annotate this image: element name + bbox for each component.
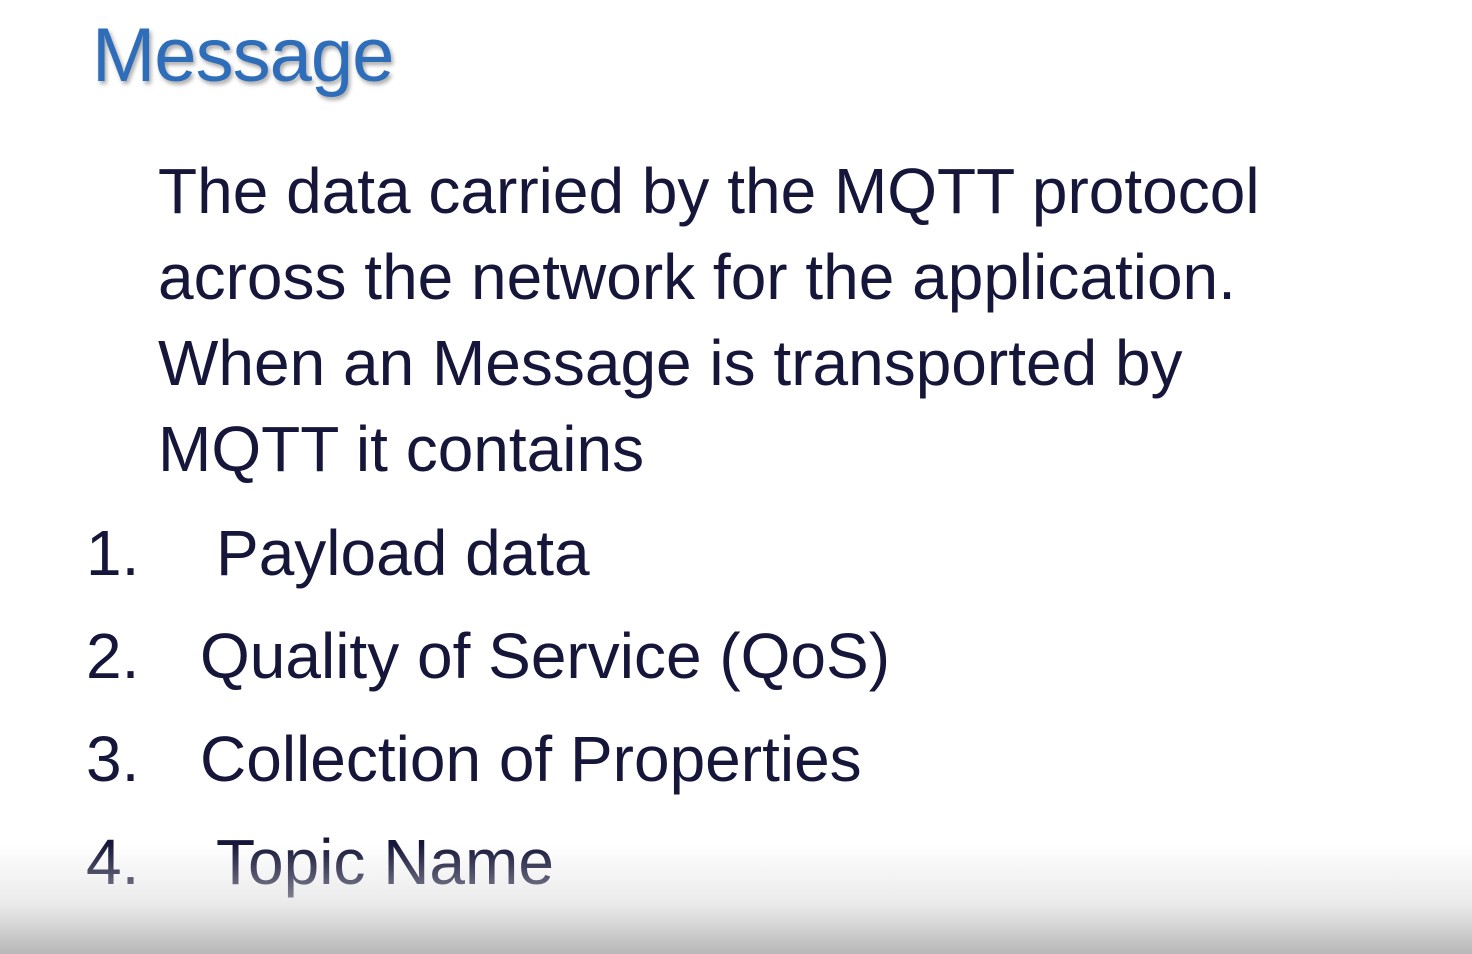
list-item-label: Payload data [216, 517, 590, 589]
list-item-number: 2. [86, 620, 140, 692]
slide-body-text: The data carried by the MQTT protocol ac… [158, 148, 1448, 492]
list-item-number: 3. [86, 723, 140, 795]
list-item: 1. Payload data [86, 502, 890, 605]
list-item-number: 1. [86, 517, 140, 589]
body-line: When an Message is transported by [158, 327, 1183, 399]
slide: Message The data carried by the MQTT pro… [0, 0, 1472, 954]
list-item-label: Quality of Service (QoS) [200, 620, 890, 692]
body-line: The data carried by the MQTT protocol [158, 155, 1260, 227]
list-item: 2. Quality of Service (QoS) [86, 605, 890, 708]
list-item-label: Collection of Properties [200, 723, 862, 795]
list-item: 3. Collection of Properties [86, 708, 890, 811]
bottom-shadow-bar [0, 844, 1472, 954]
slide-title: Message [92, 13, 394, 98]
body-line: across the network for the application. [158, 241, 1236, 313]
body-line: MQTT it contains [158, 413, 645, 485]
